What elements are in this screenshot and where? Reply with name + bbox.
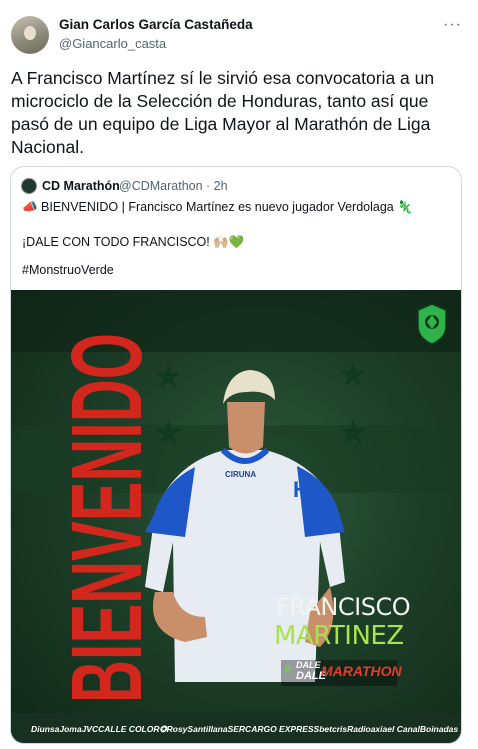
sponsor-logo: betcris xyxy=(319,724,348,734)
quoted-tweet[interactable]: CD Marathón @CDMarathon · 2h 📣 BIENVENID… xyxy=(10,166,462,744)
author-handle[interactable]: @Giancarlo_casta xyxy=(59,36,166,51)
author-name[interactable]: Gian Carlos García Castañeda xyxy=(59,17,253,32)
sponsor-logo: Santillana xyxy=(187,724,228,734)
sponsor-bar: Diunsa Joma JVC CALLE COLOR ✪ Rosy Santi… xyxy=(11,713,461,743)
club-crest-icon xyxy=(417,303,447,345)
jersey-brand: CIRUNA xyxy=(225,470,256,479)
quote-text-line2: ¡DALE CON TODO FRANCISCO! 🙌🏼💚 xyxy=(22,235,245,249)
quote-author-handle[interactable]: @CDMarathon · 2h xyxy=(119,179,228,193)
media-image[interactable]: ★ ★ ★ ★ BIENVENIDO H CIRUNA FRANCISCO MA… xyxy=(11,290,461,743)
quote-text-line1: 📣 BIENVENIDO | Francisco Martínez es nue… xyxy=(22,200,413,214)
player-first-name: FRANCISCO xyxy=(276,593,411,621)
sponsor-logo: el Canal xyxy=(387,724,420,734)
quote-hashtag[interactable]: #MonstruoVerde xyxy=(22,263,114,277)
author-avatar[interactable] xyxy=(11,16,49,54)
quote-author-name[interactable]: CD Marathón xyxy=(42,179,120,193)
player-last-name: MARTINEZ xyxy=(274,621,404,651)
sponsor-logo: Joma xyxy=(59,724,82,734)
sponsor-logo: JVC xyxy=(81,724,99,734)
dale-text-1: DALE xyxy=(296,660,321,670)
tweet-text: A Francisco Martínez sí le sirvió esa co… xyxy=(11,68,435,157)
sponsor-logo: Diunsa xyxy=(31,724,60,734)
more-options-icon[interactable]: ··· xyxy=(443,16,462,34)
sponsor-logo: Radioaxia xyxy=(347,724,388,734)
quote-avatar[interactable] xyxy=(21,178,37,194)
sponsor-logo: Rosy xyxy=(166,724,188,734)
marathon-text: MARATHON xyxy=(321,663,402,679)
sponsor-logo: Boinadas Express xyxy=(419,724,461,734)
dale-hash: # xyxy=(284,661,292,677)
svg-text:H: H xyxy=(293,477,309,502)
sponsor-logo: ✪ xyxy=(159,723,167,734)
sponsor-logo: CALLE COLOR xyxy=(98,724,160,734)
sponsor-logo: SERCARGO EXPRESS xyxy=(227,724,320,734)
